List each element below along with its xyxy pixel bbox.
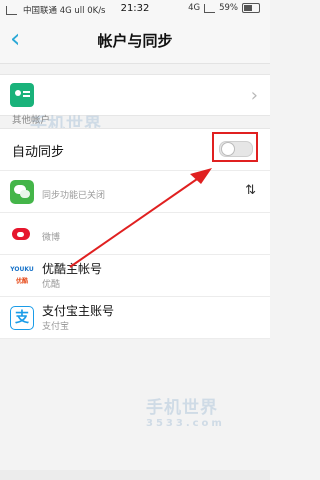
youku-logo-line1: YOUKU xyxy=(10,266,34,273)
status-right: 4G 59% xyxy=(188,3,260,13)
watermark-text: 手机世界 xyxy=(146,398,218,418)
bottom-bar xyxy=(0,470,270,480)
account-name: 支付宝主账号 xyxy=(42,304,115,318)
watermark: 手机世界 3533.com xyxy=(146,393,225,429)
account-subtitle: 支付宝 xyxy=(42,322,70,332)
alipay-icon: 支 xyxy=(10,306,34,330)
auto-sync-label: 自动同步 xyxy=(12,145,65,160)
page-title: 帐户与同步 xyxy=(97,32,173,50)
youku-logo-line2: 优酷 xyxy=(15,278,28,285)
status-bar: 中国联通 4G ull 0K/s 21:32 4G 59% xyxy=(0,0,270,18)
account-row-wechat[interactable]: 同步功能已关闭 ⇅ xyxy=(0,171,270,213)
toggle-knob xyxy=(221,142,235,156)
account-subtitle: 微博 xyxy=(42,233,61,243)
contact-card-icon xyxy=(10,83,34,107)
signal-strength-icon xyxy=(204,3,216,13)
account-subtitle: 优酷 xyxy=(42,280,61,290)
account-name: 优酷主帐号 xyxy=(42,262,103,276)
auto-sync-row: 自动同步 xyxy=(0,129,270,171)
youku-icon: YOUKU 优酷 xyxy=(10,264,34,288)
highlight-box xyxy=(212,132,258,162)
watermark-number: 3533.com xyxy=(146,418,225,429)
battery-icon xyxy=(242,3,260,13)
battery-text: 59% xyxy=(219,3,238,13)
auto-sync-toggle[interactable] xyxy=(219,141,253,157)
account-row-alipay[interactable]: 支 支付宝主账号 支付宝 xyxy=(0,297,270,339)
wechat-icon xyxy=(10,180,34,204)
account-row-weibo[interactable]: 微博 xyxy=(0,213,270,255)
other-accounts-label: 其他帐户 xyxy=(12,115,51,126)
accounts-list: 自动同步 同步功能已关闭 ⇅ 微博 YOUKU 优酷 优酷主帐号 优酷 支 支付… xyxy=(0,128,270,339)
account-subtitle: 同步功能已关闭 xyxy=(42,191,106,201)
weibo-icon xyxy=(10,222,34,246)
account-row-youku[interactable]: YOUKU 优酷 优酷主帐号 优酷 xyxy=(0,255,270,297)
network-type: 4G xyxy=(188,3,201,13)
app-header: ‹ 帐户与同步 xyxy=(0,18,270,64)
sync-off-icon: ⇅ xyxy=(245,183,256,198)
chevron-right-icon: › xyxy=(250,85,258,106)
